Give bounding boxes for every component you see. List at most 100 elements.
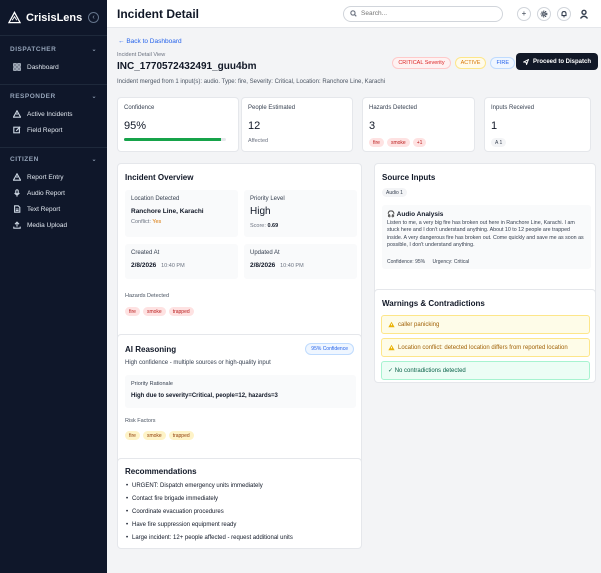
back-to-dashboard-link[interactable]: ← Back to Dashboard [118,38,182,45]
sidebar-item-report-entry[interactable]: Report Entry [0,169,107,185]
risk-chip: trapped [168,431,194,440]
location-value: Ranchore Line, Karachi [131,208,204,215]
people-value: 12 [248,120,261,132]
sidebar-item-media-upload[interactable]: Media Upload [0,217,107,233]
sidebar: CrisisLens ‹ DISPATCHER ⌄ Dashboard RESPO… [0,0,107,573]
grid-icon [12,63,21,72]
sidebar-item-label: Report Entry [27,173,64,181]
send-icon [522,58,529,65]
ai-confidence-badge: 95% Confidence [305,343,354,355]
hazard-chip-more: +1 [412,138,427,147]
recommendation-item: URGENT: Dispatch emergency units immedia… [126,483,263,489]
chevron-down-icon: ⌄ [91,46,97,53]
upload-icon [12,221,21,230]
plus-icon: + [521,9,527,18]
source-urgency: Urgency: Critical [432,259,470,265]
brand: CrisisLens ‹ [0,0,107,36]
sidebar-item-field-report[interactable]: Field Report [0,122,107,138]
created-at-box: Created At 2/8/2026 10:40 PM [125,244,238,279]
breadcrumb: Incident Detail View [117,52,166,58]
hazard-chip: trapped [168,307,194,316]
alert-icon [12,173,21,182]
card-title: Source Inputs [382,173,436,182]
proceed-to-dispatch-button[interactable]: Proceed to Dispatch [515,53,598,70]
severity-badge: CRITICAL Severity [392,57,451,69]
risk-chip: smoke [142,431,166,440]
user-icon [579,9,589,19]
hazards-value: 3 [369,120,376,132]
incident-overview-card: Incident Overview Location Detected Ranc… [117,163,362,351]
incident-badges: CRITICAL Severity ACTIVE FIRE [392,57,515,69]
chevron-down-icon: ⌄ [91,93,97,100]
rationale-value: High due to severity=Critical, people=12… [131,393,278,399]
audio-analysis-box: 🎧 Audio Analysis Listen to me, a very bi… [382,205,591,269]
section-citizen[interactable]: CITIZEN ⌄ [0,152,107,166]
risk-chip: fire [125,431,140,440]
sidebar-item-dashboard[interactable]: Dashboard [0,59,107,75]
inputs-value: 1 [491,120,498,132]
user-menu-button[interactable] [577,7,591,21]
updated-at-box: Updated At 2/8/2026 10:40 PM [244,244,357,279]
divider [0,84,107,85]
sidebar-item-text-report[interactable]: Text Report [0,201,107,217]
warning-triangle-icon [388,344,395,351]
transcript-text: Listen to me, a very big fire has broken… [387,220,584,249]
top-bar: Incident Detail + [107,0,601,28]
alert-icon [12,110,21,119]
card-title: Recommendations [125,467,197,476]
updated-time: 10:40 PM [280,263,304,269]
hazard-chip: fire [369,138,384,147]
sidebar-item-active-incidents[interactable]: Active Incidents [0,106,107,122]
ai-reasoning-card: AI Reasoning 95% Confidence High confide… [117,334,362,473]
search-box[interactable] [343,5,503,22]
confidence-progress-bar [124,138,226,141]
mic-icon [12,189,21,198]
inputs-received-card: Inputs Received 1 A 1 [484,97,591,152]
risk-chips: fire smoke trapped [125,431,194,440]
recommendation-item: Have fire suppression equipment ready [126,522,236,528]
card-title: AI Reasoning [125,345,177,354]
priority-rationale-box: Priority Rationale High due to severity=… [125,375,356,408]
section-responder[interactable]: RESPONDER ⌄ [0,89,107,103]
people-estimated-card: People Estimated 12 Affected [241,97,353,152]
people-sub: Affected [248,138,269,144]
sidebar-item-audio-report[interactable]: Audio Report [0,185,107,201]
notifications-button[interactable] [557,6,571,21]
hazard-chips: fire smoke +1 [369,138,427,147]
card-title: Incident Overview [125,173,194,182]
input-chip: A 1 [491,138,507,147]
source-tag[interactable]: Audio 1 [382,188,407,197]
recommendations-card: Recommendations URGENT: Dispatch emergen… [117,458,362,549]
warnings-card: Warnings & Contradictions caller panicki… [374,289,596,383]
stat-label: Hazards Detected [369,105,418,111]
hazards-label: Hazards Detected [125,293,170,299]
app-name: CrisisLens [26,11,83,24]
created-date: 2/8/2026 [131,262,157,269]
add-button[interactable]: + [517,6,531,21]
risk-factors-label: Risk Factors [125,418,156,424]
collapse-sidebar-button[interactable]: ‹ [88,12,99,23]
hazards-detected-card: Hazards Detected 3 fire smoke +1 [362,97,475,152]
input-chips: A 1 [491,138,507,147]
ok-item: ✓ No contradictions detected [381,361,590,380]
hazard-chip: smoke [386,138,410,147]
recommendation-item: Large incident: 12+ people affected - re… [126,535,293,541]
warning-item: caller panicking [381,315,590,334]
recommendation-item: Coordinate evacuation procedures [126,509,224,515]
page-title: Incident Detail [117,6,200,21]
gear-icon [540,10,548,17]
warning-triangle-icon [388,321,395,328]
recommendation-item: Contact fire brigade immediately [126,496,218,502]
progress-fill [124,138,221,141]
source-confidence: Confidence: 95% [387,259,426,265]
confidence-value: 95% [124,120,147,132]
stat-label: Inputs Received [491,105,535,111]
doc-icon [12,205,21,214]
priority-value: High [250,206,271,217]
search-input[interactable] [361,10,491,17]
status-badge: ACTIVE [454,57,487,69]
section-dispatcher[interactable]: DISPATCHER ⌄ [0,42,107,56]
confidence-card: Confidence 95% [117,97,239,152]
sidebar-item-label: Audio Report [27,189,65,197]
settings-button[interactable] [537,6,551,21]
